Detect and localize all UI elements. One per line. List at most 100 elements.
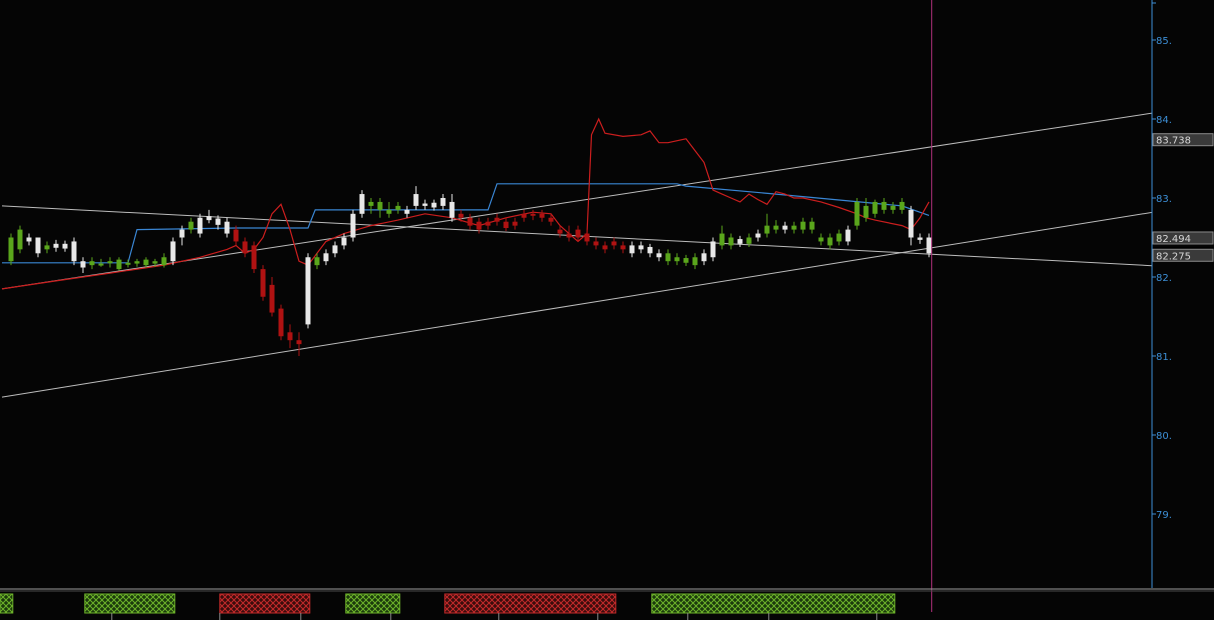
candle-body <box>593 241 599 246</box>
candle-body <box>287 332 293 341</box>
candle-body <box>746 237 752 244</box>
candle-body <box>80 261 86 268</box>
price-tag-label: 82.494 <box>1156 234 1191 245</box>
candle-body <box>233 229 239 242</box>
candle-body <box>503 221 509 229</box>
candle-body <box>683 258 689 263</box>
candle-body <box>161 257 167 266</box>
candle-body <box>575 229 581 238</box>
axis-tick-label: 81. <box>1156 352 1172 363</box>
candle-body <box>17 229 23 250</box>
candle-body <box>728 237 734 246</box>
axis-tick-label: 80. <box>1156 431 1172 442</box>
candles <box>8 186 932 356</box>
candle-body <box>764 225 770 234</box>
candle-body <box>143 259 149 266</box>
candle-body <box>602 245 608 250</box>
indicator-lines <box>1 117 930 290</box>
candle-body <box>665 253 671 262</box>
candle-body <box>341 237 347 246</box>
candle-body <box>647 246 653 254</box>
candle-body <box>476 221 482 230</box>
candle-body <box>926 237 932 254</box>
candle-body <box>656 253 662 258</box>
candle-body <box>620 245 626 250</box>
candle-body <box>863 205 869 218</box>
candle-body <box>116 259 122 270</box>
candle-body <box>539 213 545 218</box>
candle-body <box>350 213 356 238</box>
candle-body <box>422 203 428 206</box>
candle-body <box>701 253 707 262</box>
candle-body <box>215 218 221 225</box>
candle-body <box>125 262 131 265</box>
candle-body <box>710 241 716 258</box>
candle-body <box>440 198 446 206</box>
candle-body <box>818 237 824 242</box>
candle-body <box>809 221 815 230</box>
candle-body <box>413 194 419 206</box>
candle-body <box>206 216 212 221</box>
candle-body <box>98 263 104 266</box>
candle-body <box>278 308 284 337</box>
trendlines <box>1 112 1152 398</box>
candle-body <box>611 241 617 246</box>
candle-body <box>584 233 590 242</box>
candle-body <box>458 213 464 218</box>
candle-body <box>719 233 725 246</box>
candle-body <box>188 221 194 230</box>
candle-body <box>692 257 698 266</box>
green-zone <box>651 593 896 614</box>
candle-body <box>395 205 401 210</box>
candle-body <box>530 213 536 216</box>
candle-body <box>674 257 680 262</box>
candle-body <box>899 201 905 210</box>
candle-body <box>638 245 644 250</box>
axis-tick-label: 82. <box>1156 273 1172 284</box>
candle-body <box>845 229 851 242</box>
candle-body <box>404 209 410 214</box>
candle-body <box>854 201 860 226</box>
green-zone <box>84 593 176 614</box>
candle-body <box>890 205 896 210</box>
signal-zones <box>0 588 1214 620</box>
candle-body <box>296 340 302 345</box>
candle-body <box>485 221 491 226</box>
candle-body <box>251 245 257 270</box>
candle-body <box>359 194 365 214</box>
candle-body <box>629 245 635 254</box>
candle-body <box>557 229 563 234</box>
red-zone <box>444 593 617 614</box>
candle-body <box>224 221 230 234</box>
candle-body <box>449 201 455 218</box>
candle-body <box>53 243 59 248</box>
candle-body <box>566 233 572 238</box>
candle-body <box>8 237 14 262</box>
candle-body <box>386 209 392 214</box>
candle-body <box>71 241 77 262</box>
candle-body <box>269 284 275 313</box>
candle-body <box>521 213 527 218</box>
candle-body <box>467 217 473 226</box>
price-axis: 85. 84. 83. 82. 81. 80. 79. <box>1151 0 1172 588</box>
axis-tick-label: 83. <box>1156 194 1172 205</box>
candle-body <box>917 237 923 240</box>
candle-body <box>494 217 500 222</box>
candle-body <box>773 225 779 230</box>
axis-tick-label: 84. <box>1156 115 1172 126</box>
candle-body <box>26 237 32 242</box>
candle-body <box>35 237 41 254</box>
candle-body <box>908 209 914 238</box>
candle-body <box>782 225 788 230</box>
candle-body <box>323 253 329 262</box>
candle-body <box>89 261 95 266</box>
candle-body <box>755 233 761 238</box>
candle-body <box>332 245 338 254</box>
candle-body <box>377 201 383 210</box>
candle-body <box>197 217 203 234</box>
price-chart[interactable]: 85.84.83.82.81.80.79. 83.73882.49482.382… <box>0 0 1214 620</box>
candle-body <box>836 233 842 242</box>
candle-body <box>179 229 185 238</box>
price-tag-label: 82.275 <box>1156 251 1191 262</box>
candle-body <box>260 269 266 297</box>
